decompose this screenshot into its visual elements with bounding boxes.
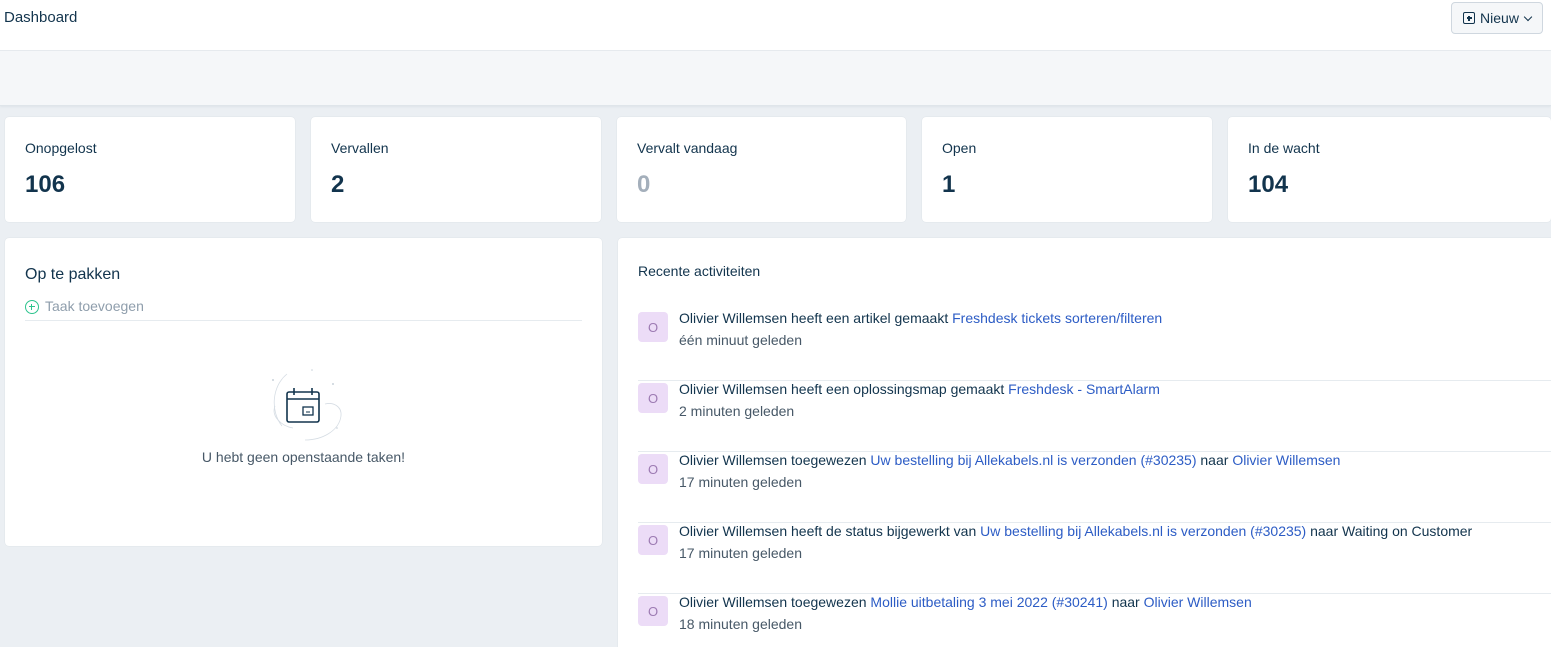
activity-action: heeft een artikel gemaakt — [791, 310, 949, 326]
activity-item: O Olivier Willemsen heeft een artikel ge… — [638, 310, 1551, 381]
plus-circle-icon — [25, 300, 39, 314]
activity-actor: Olivier Willemsen — [679, 310, 788, 326]
activity-time: één minuut geleden — [679, 332, 802, 348]
todo-panel: Op te pakken Taak toevoegen U hebt geen … — [5, 238, 602, 546]
activity-text: Olivier Willemsen heeft een artikel gema… — [679, 310, 1162, 326]
stat-label: Open — [942, 140, 977, 156]
plus-square-icon — [1463, 12, 1476, 24]
activity-text: Olivier Willemsen toegewezen Uw bestelli… — [679, 452, 1340, 468]
sub-header-bar — [0, 51, 1551, 106]
new-button[interactable]: Nieuw — [1451, 2, 1543, 34]
stat-label: Vervallen — [331, 140, 389, 156]
page-title: Dashboard — [4, 9, 78, 26]
add-task-button[interactable]: Taak toevoegen — [25, 298, 582, 321]
chevron-down-icon — [1523, 12, 1533, 21]
stat-label: Vervalt vandaag — [637, 140, 738, 156]
stat-label: Onopgelost — [25, 140, 97, 156]
top-bar: Dashboard Nieuw — [0, 0, 1551, 51]
activity-item: O Olivier Willemsen heeft de status bijg… — [638, 523, 1551, 594]
todo-title: Op te pakken — [25, 266, 121, 283]
activity-item: O Olivier Willemsen toegewezen Mollie ui… — [638, 594, 1551, 647]
empty-tasks-message: U hebt geen openstaande taken! — [201, 449, 406, 465]
activity-link[interactable]: Uw bestelling bij Allekabels.nl is verzo… — [870, 452, 1196, 468]
activity-time: 2 minuten geleden — [679, 403, 795, 419]
stat-value: 104 — [1248, 171, 1289, 198]
stat-value: 1 — [942, 171, 956, 198]
activity-action: heeft de status bijgewerkt van — [791, 523, 977, 539]
activity-time: 17 minuten geleden — [679, 474, 802, 490]
activity-actor: Olivier Willemsen — [679, 381, 788, 397]
avatar[interactable]: O — [638, 383, 668, 413]
recent-activity-panel: Recente activiteiten O Olivier Willemsen… — [618, 238, 1551, 647]
activity-time: 17 minuten geleden — [679, 545, 802, 561]
stat-card-on-hold[interactable]: In de wacht 104 — [1228, 117, 1551, 222]
stat-card-open[interactable]: Open 1 — [922, 117, 1212, 222]
activity-actor: Olivier Willemsen — [679, 594, 788, 610]
avatar[interactable]: O — [638, 596, 668, 626]
avatar[interactable]: O — [638, 525, 668, 555]
calendar-icon — [272, 369, 342, 441]
avatar[interactable]: O — [638, 454, 668, 484]
stat-label: In de wacht — [1248, 140, 1320, 156]
add-task-label: Taak toevoegen — [45, 298, 144, 314]
activity-title: Recente activiteiten — [638, 263, 761, 279]
activity-link[interactable]: Mollie uitbetaling 3 mei 2022 (#30241) — [870, 594, 1107, 610]
stat-card-due-today[interactable]: Vervalt vandaag 0 — [617, 117, 906, 222]
activity-time: 18 minuten geleden — [679, 616, 802, 632]
activity-action: heeft een oplossingsmap gemaakt — [791, 381, 1005, 397]
activity-text: Olivier Willemsen heeft de status bijgew… — [679, 523, 1472, 539]
stat-value: 106 — [25, 171, 66, 198]
activity-link[interactable]: Freshdesk - SmartAlarm — [1008, 381, 1160, 397]
stat-card-overdue[interactable]: Vervallen 2 — [311, 117, 601, 222]
activity-item: O Olivier Willemsen heeft een oplossings… — [638, 381, 1551, 452]
activity-item: O Olivier Willemsen toegewezen Uw bestel… — [638, 452, 1551, 523]
activity-target-link[interactable]: Olivier Willemsen — [1144, 594, 1252, 610]
stat-value: 2 — [331, 171, 345, 198]
activity-suffix: naar — [1200, 452, 1229, 468]
activity-suffix: naar — [1111, 594, 1140, 610]
stat-value: 0 — [637, 171, 651, 198]
activity-link[interactable]: Uw bestelling bij Allekabels.nl is verzo… — [980, 523, 1306, 539]
avatar[interactable]: O — [638, 312, 668, 342]
stat-card-unresolved[interactable]: Onopgelost 106 — [5, 117, 295, 222]
activity-text: Olivier Willemsen heeft een oplossingsma… — [679, 381, 1160, 397]
activity-action: toegewezen — [791, 594, 867, 610]
activity-action: toegewezen — [791, 452, 867, 468]
activity-text: Olivier Willemsen toegewezen Mollie uitb… — [679, 594, 1252, 610]
new-button-label: Nieuw — [1480, 10, 1519, 26]
activity-target-link[interactable]: Olivier Willemsen — [1232, 452, 1340, 468]
activity-link[interactable]: Freshdesk tickets sorteren/filteren — [952, 310, 1162, 326]
activity-actor: Olivier Willemsen — [679, 523, 788, 539]
activity-suffix: naar Waiting on Customer — [1310, 523, 1473, 539]
activity-actor: Olivier Willemsen — [679, 452, 788, 468]
